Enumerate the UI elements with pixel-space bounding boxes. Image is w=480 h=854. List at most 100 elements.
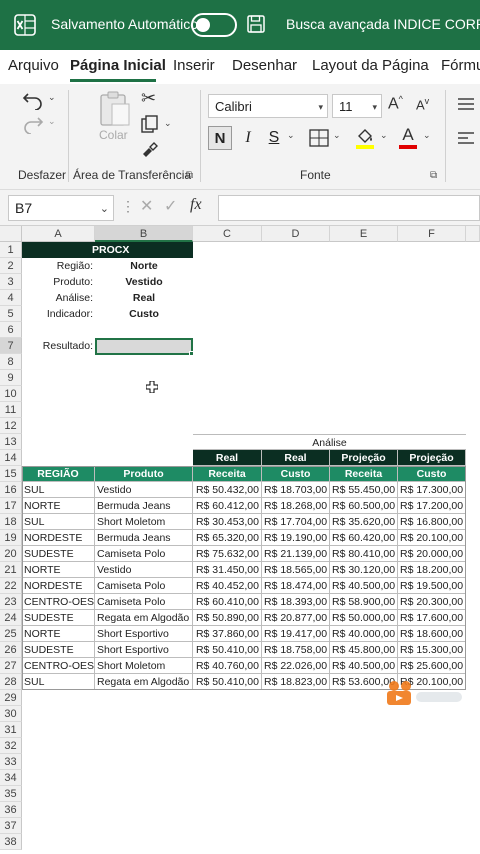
- tab-inserir[interactable]: Inserir: [173, 57, 215, 74]
- row-header[interactable]: 5: [0, 306, 22, 322]
- table-cell[interactable]: R$ 55.450,00: [330, 482, 398, 498]
- enter-icon[interactable]: ✓: [164, 196, 177, 216]
- table-cell[interactable]: R$ 18.600,00: [398, 626, 466, 642]
- font-color-dropdown-icon[interactable]: ⌄: [423, 130, 431, 141]
- table-cell[interactable]: Bermuda Jeans: [95, 498, 193, 514]
- table-cell[interactable]: R$ 58.900,00: [330, 594, 398, 610]
- row-header[interactable]: 8: [0, 354, 22, 370]
- table-cell[interactable]: R$ 65.320,00: [193, 530, 262, 546]
- row-header[interactable]: 36: [0, 802, 22, 818]
- table-cell[interactable]: R$ 15.300,00: [398, 642, 466, 658]
- table-cell[interactable]: Regata em Algodão: [95, 674, 193, 690]
- table-cell[interactable]: R$ 30.453,00: [193, 514, 262, 530]
- table-cell[interactable]: SUL: [22, 514, 95, 530]
- row-header[interactable]: 21: [0, 562, 22, 578]
- font-dialog-launcher-icon[interactable]: ⧉: [430, 170, 437, 181]
- row-header[interactable]: 25: [0, 626, 22, 642]
- row-header[interactable]: 4: [0, 290, 22, 306]
- table-cell[interactable]: R$ 18.565,00: [262, 562, 330, 578]
- row-header[interactable]: 27: [0, 658, 22, 674]
- tab-pagina-inicial[interactable]: Página Inicial: [70, 57, 166, 74]
- table-cell[interactable]: Camiseta Polo: [95, 546, 193, 562]
- name-box[interactable]: B7 ⌄: [8, 195, 114, 221]
- result-label[interactable]: Resultado:: [22, 338, 95, 354]
- table-cell[interactable]: CENTRO-OESTE: [22, 658, 95, 674]
- row-header[interactable]: 37: [0, 818, 22, 834]
- table-cell[interactable]: Vestido: [95, 562, 193, 578]
- table-cell[interactable]: R$ 50.410,00: [193, 674, 262, 690]
- table-cell[interactable]: R$ 21.139,00: [262, 546, 330, 562]
- table-cell[interactable]: R$ 60.410,00: [193, 594, 262, 610]
- table-cell[interactable]: SUL: [22, 482, 95, 498]
- procx-label[interactable]: Análise:: [22, 290, 95, 306]
- copy-dropdown-icon[interactable]: ⌄: [164, 118, 172, 129]
- table-cell[interactable]: Short Esportivo: [95, 642, 193, 658]
- procx-label[interactable]: Região:: [22, 258, 95, 274]
- table-cell[interactable]: SUDESTE: [22, 610, 95, 626]
- table-cell[interactable]: R$ 60.412,00: [193, 498, 262, 514]
- row-header[interactable]: 7: [0, 338, 22, 354]
- tab-layout-da-pagina[interactable]: Layout da Página: [312, 57, 429, 74]
- column-header-d[interactable]: D: [262, 226, 330, 242]
- header-cell[interactable]: Projeção: [398, 450, 466, 466]
- row-header[interactable]: 26: [0, 642, 22, 658]
- row-header[interactable]: 32: [0, 738, 22, 754]
- table-cell[interactable]: R$ 19.500,00: [398, 578, 466, 594]
- cancel-icon[interactable]: ✕: [140, 196, 153, 216]
- procx-value[interactable]: Norte: [95, 258, 193, 274]
- table-cell[interactable]: R$ 60.420,00: [330, 530, 398, 546]
- table-cell[interactable]: Bermuda Jeans: [95, 530, 193, 546]
- row-header[interactable]: 14: [0, 450, 22, 466]
- table-cell[interactable]: R$ 18.758,00: [262, 642, 330, 658]
- align-top-icon[interactable]: [456, 96, 476, 112]
- header-cell[interactable]: Produto: [95, 466, 193, 482]
- fill-color-dropdown-icon[interactable]: ⌄: [380, 130, 388, 141]
- borders-dropdown-icon[interactable]: ⌄: [333, 130, 341, 141]
- row-header[interactable]: 15: [0, 466, 22, 482]
- row-header[interactable]: 23: [0, 594, 22, 610]
- row-header[interactable]: 13: [0, 434, 22, 450]
- row-header[interactable]: 22: [0, 578, 22, 594]
- table-cell[interactable]: Camiseta Polo: [95, 578, 193, 594]
- copy-icon[interactable]: [140, 114, 160, 134]
- row-header[interactable]: 1: [0, 242, 22, 258]
- underline-button[interactable]: S: [262, 126, 286, 150]
- font-color-icon[interactable]: A: [398, 125, 418, 149]
- tab-arquivo[interactable]: Arquivo: [8, 57, 59, 74]
- table-cell[interactable]: Camiseta Polo: [95, 594, 193, 610]
- paste-icon[interactable]: [98, 90, 132, 128]
- column-header-e[interactable]: E: [330, 226, 398, 242]
- table-cell[interactable]: R$ 75.632,00: [193, 546, 262, 562]
- font-size-select[interactable]: 11 ▾: [332, 94, 382, 118]
- row-header[interactable]: 18: [0, 514, 22, 530]
- row-header[interactable]: 34: [0, 770, 22, 786]
- redo-icon[interactable]: [22, 114, 44, 134]
- table-cell[interactable]: Short Moletom: [95, 658, 193, 674]
- row-header[interactable]: 2: [0, 258, 22, 274]
- procx-title[interactable]: PROCX: [22, 242, 193, 258]
- table-cell[interactable]: R$ 22.026,00: [262, 658, 330, 674]
- increase-font-icon[interactable]: A^: [388, 94, 403, 113]
- format-painter-icon[interactable]: [140, 140, 160, 160]
- row-header[interactable]: 9: [0, 370, 22, 386]
- row-header[interactable]: 3: [0, 274, 22, 290]
- table-cell[interactable]: R$ 18.200,00: [398, 562, 466, 578]
- table-cell[interactable]: R$ 20.100,00: [398, 530, 466, 546]
- select-all-corner[interactable]: [0, 226, 22, 242]
- header-cell[interactable]: Projeção: [330, 450, 398, 466]
- table-cell[interactable]: SUDESTE: [22, 546, 95, 562]
- autosave-toggle[interactable]: [191, 13, 237, 37]
- table-cell[interactable]: R$ 50.410,00: [193, 642, 262, 658]
- header-cell[interactable]: Real: [193, 450, 262, 466]
- font-name-select[interactable]: Calibri ▾: [208, 94, 328, 118]
- table-cell[interactable]: NORTE: [22, 562, 95, 578]
- table-cell[interactable]: R$ 20.000,00: [398, 546, 466, 562]
- row-header[interactable]: 29: [0, 690, 22, 706]
- table-cell[interactable]: R$ 31.450,00: [193, 562, 262, 578]
- table-cell[interactable]: R$ 18.393,00: [262, 594, 330, 610]
- column-header-f[interactable]: F: [398, 226, 466, 242]
- cut-icon[interactable]: ✂: [141, 88, 156, 109]
- row-header[interactable]: 30: [0, 706, 22, 722]
- table-cell[interactable]: NORTE: [22, 498, 95, 514]
- column-header-a[interactable]: A: [22, 226, 95, 242]
